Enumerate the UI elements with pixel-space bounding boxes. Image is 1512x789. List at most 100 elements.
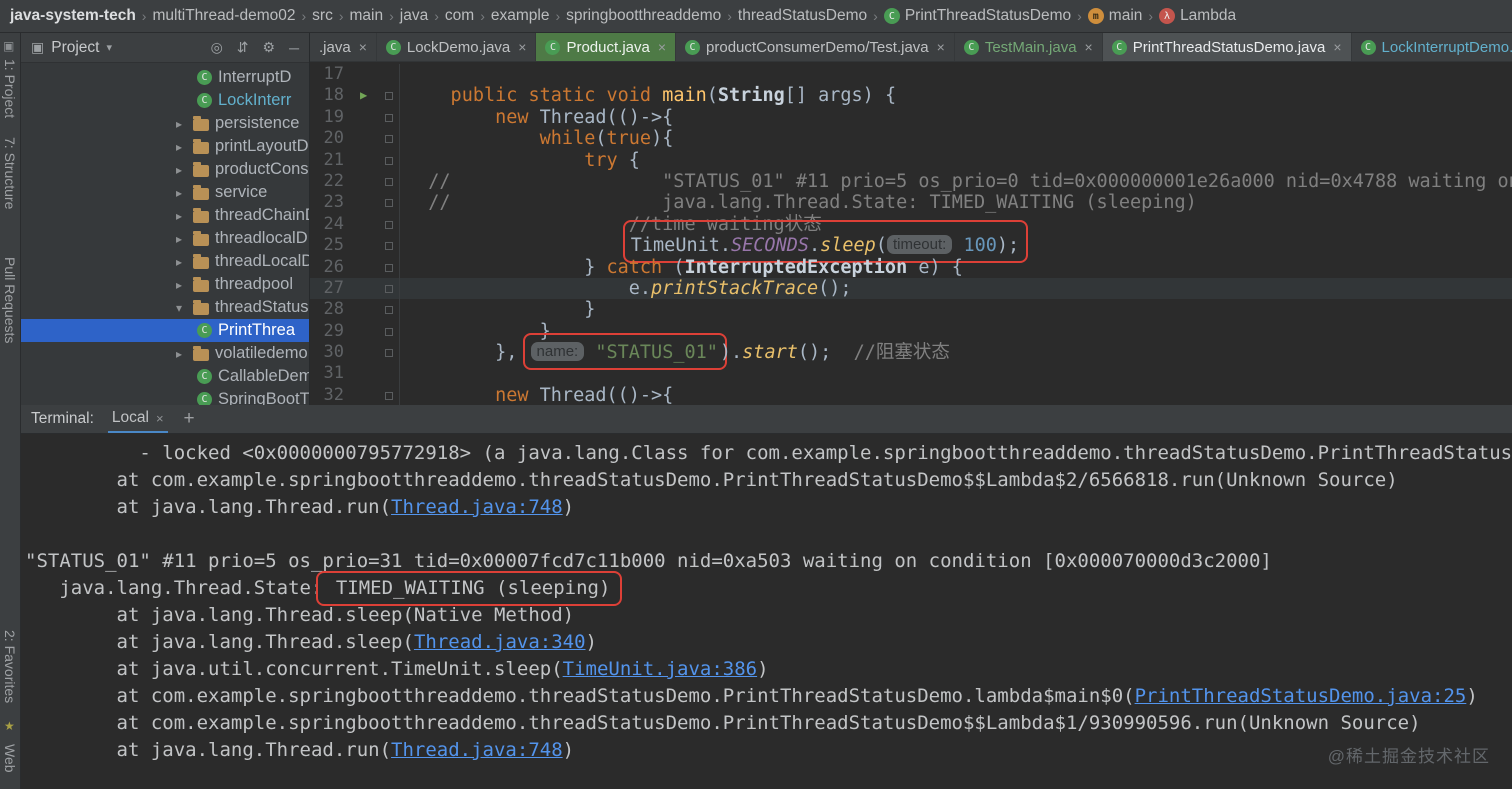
chevron-down-icon[interactable]: ▾: [176, 301, 187, 315]
stack-trace-link[interactable]: Thread.java:748: [391, 739, 563, 761]
close-icon[interactable]: ×: [156, 411, 164, 426]
project-tree-item[interactable]: ▸persistence: [21, 112, 309, 135]
line-number: 19: [310, 107, 350, 128]
chevron-right-icon[interactable]: ▸: [176, 117, 187, 131]
breadcrumb-item[interactable]: mmain: [1088, 7, 1143, 25]
chevron-right-icon[interactable]: ▸: [176, 232, 187, 246]
editor-row: 28 }: [310, 299, 1512, 320]
chevron-right-icon[interactable]: ▸: [176, 255, 187, 269]
gear-icon[interactable]: ⚙: [263, 39, 276, 56]
tab-close-icon[interactable]: ×: [1085, 39, 1093, 55]
fold-marker-icon[interactable]: [385, 328, 393, 336]
chevron-right-icon[interactable]: ▸: [176, 347, 187, 361]
breadcrumb-item[interactable]: λLambda: [1159, 7, 1236, 25]
chevron-right-icon[interactable]: ▸: [176, 163, 187, 177]
editor-tab[interactable]: .java×: [310, 33, 377, 61]
fold-marker-icon[interactable]: [385, 349, 393, 357]
run-icon[interactable]: ▶: [360, 87, 367, 104]
breadcrumb-item[interactable]: java: [400, 7, 428, 25]
star-icon[interactable]: ★: [4, 719, 15, 733]
project-tree-item[interactable]: CSpringBootT: [21, 388, 309, 405]
project-tree-item[interactable]: ▸volatiledemo: [21, 342, 309, 365]
fold-marker-icon[interactable]: [385, 92, 393, 100]
breadcrumb-separator: ›: [1077, 8, 1082, 24]
breadcrumb-separator: ›: [339, 8, 344, 24]
breadcrumb-item[interactable]: java-system-tech: [10, 7, 136, 25]
editor-tab[interactable]: CTestMain.java×: [955, 33, 1103, 61]
expand-collapse-icon[interactable]: ⇵: [237, 39, 249, 56]
stripe-button[interactable]: Web: [2, 744, 18, 773]
stack-trace-link[interactable]: PrintThreadStatusDemo.java:25: [1135, 685, 1467, 707]
editor-row: 27 e.printStackTrace();: [310, 278, 1512, 299]
folder-icon: [193, 280, 209, 292]
terminal-output[interactable]: - locked <0x0000000795772918> (a java.la…: [21, 434, 1512, 788]
code-token: true: [607, 128, 652, 149]
tab-close-icon[interactable]: ×: [658, 39, 666, 55]
fold-marker-icon[interactable]: [385, 135, 393, 143]
project-tree-item[interactable]: ▸threadLocalD: [21, 250, 309, 273]
locate-icon[interactable]: ◎: [211, 39, 223, 56]
stripe-button[interactable]: 2: Favorites: [2, 630, 18, 703]
folder-icon: [193, 257, 209, 269]
breadcrumb-item[interactable]: springbootthreaddemo: [566, 7, 721, 25]
tab-close-icon[interactable]: ×: [1333, 39, 1341, 55]
breadcrumb-item[interactable]: multiThread-demo02: [152, 7, 295, 25]
breadcrumb-item[interactable]: example: [491, 7, 550, 25]
tab-close-icon[interactable]: ×: [518, 39, 526, 55]
chevron-right-icon[interactable]: ▸: [176, 209, 187, 223]
project-tree-item[interactable]: ▸threadChainD: [21, 204, 309, 227]
breadcrumb-item[interactable]: src: [312, 7, 333, 25]
tab-close-icon[interactable]: ×: [359, 39, 367, 55]
fold-marker-icon[interactable]: [385, 221, 393, 229]
project-tree-item[interactable]: ▸printLayoutD: [21, 135, 309, 158]
breadcrumb-item[interactable]: CPrintThreadStatusDemo: [884, 7, 1071, 25]
project-tree-item[interactable]: CPrintThrea: [21, 319, 309, 342]
terminal-tab-local[interactable]: Local ×: [108, 405, 168, 433]
chevron-down-icon[interactable]: ▾: [106, 41, 112, 54]
project-tree-item[interactable]: ▸service: [21, 181, 309, 204]
project-tree-item[interactable]: ▾threadStatus: [21, 296, 309, 319]
editor-tab[interactable]: CLockDemo.java×: [377, 33, 537, 61]
tool-window-icon[interactable]: ▣: [3, 39, 14, 53]
stack-trace-link[interactable]: TimeUnit.java:386: [563, 658, 757, 680]
fold-marker-icon[interactable]: [385, 157, 393, 165]
breadcrumb-item[interactable]: com: [445, 7, 474, 25]
fold-marker-icon[interactable]: [385, 199, 393, 207]
stripe-button[interactable]: 7: Structure: [2, 137, 18, 209]
breadcrumb-item[interactable]: main: [350, 7, 384, 25]
line-number: 29: [310, 321, 350, 342]
chevron-right-icon[interactable]: ▸: [176, 186, 187, 200]
terminal-text: at com.example.springbootthreaddemo.thre…: [25, 685, 1135, 707]
project-tree-item[interactable]: CLockInterr: [21, 89, 309, 112]
tab-close-icon[interactable]: ×: [937, 39, 945, 55]
chevron-right-icon[interactable]: ▸: [176, 140, 187, 154]
editor-tab[interactable]: CPrintThreadStatusDemo.java×: [1103, 33, 1352, 61]
code-editor[interactable]: 1718▶ public static void main(String[] a…: [310, 62, 1512, 405]
fold-marker-icon[interactable]: [385, 285, 393, 293]
project-panel-title[interactable]: Project: [51, 39, 99, 57]
stack-trace-link[interactable]: Thread.java:748: [391, 496, 563, 518]
stripe-button[interactable]: Pull Requests: [2, 257, 18, 343]
hide-panel-icon[interactable]: ─: [289, 40, 299, 56]
code-token: (: [673, 257, 684, 278]
chevron-right-icon[interactable]: ▸: [176, 278, 187, 292]
fold-marker-icon[interactable]: [385, 306, 393, 314]
editor-tab[interactable]: CLockInterruptDemo.java×: [1352, 33, 1512, 61]
breadcrumb-separator: ›: [301, 8, 306, 24]
editor-tab[interactable]: CproductConsumerDemo/Test.java×: [676, 33, 955, 61]
stripe-button[interactable]: 1: Project: [2, 59, 18, 118]
fold-marker-icon[interactable]: [385, 264, 393, 272]
project-tree-item[interactable]: ▸productCons: [21, 158, 309, 181]
breadcrumb-item[interactable]: threadStatusDemo: [738, 7, 867, 25]
stack-trace-link[interactable]: Thread.java:340: [414, 631, 586, 653]
project-tree-item[interactable]: CCallableDem: [21, 365, 309, 388]
project-tree-item[interactable]: ▸threadpool: [21, 273, 309, 296]
project-tree-item[interactable]: CInterruptD: [21, 66, 309, 89]
fold-marker-icon[interactable]: [385, 242, 393, 250]
project-tree-item[interactable]: ▸threadlocalD: [21, 227, 309, 250]
new-terminal-tab-button[interactable]: +: [184, 408, 195, 430]
fold-marker-icon[interactable]: [385, 178, 393, 186]
fold-marker-icon[interactable]: [385, 392, 393, 400]
fold-marker-icon[interactable]: [385, 114, 393, 122]
editor-tab[interactable]: CProduct.java×: [536, 33, 676, 61]
